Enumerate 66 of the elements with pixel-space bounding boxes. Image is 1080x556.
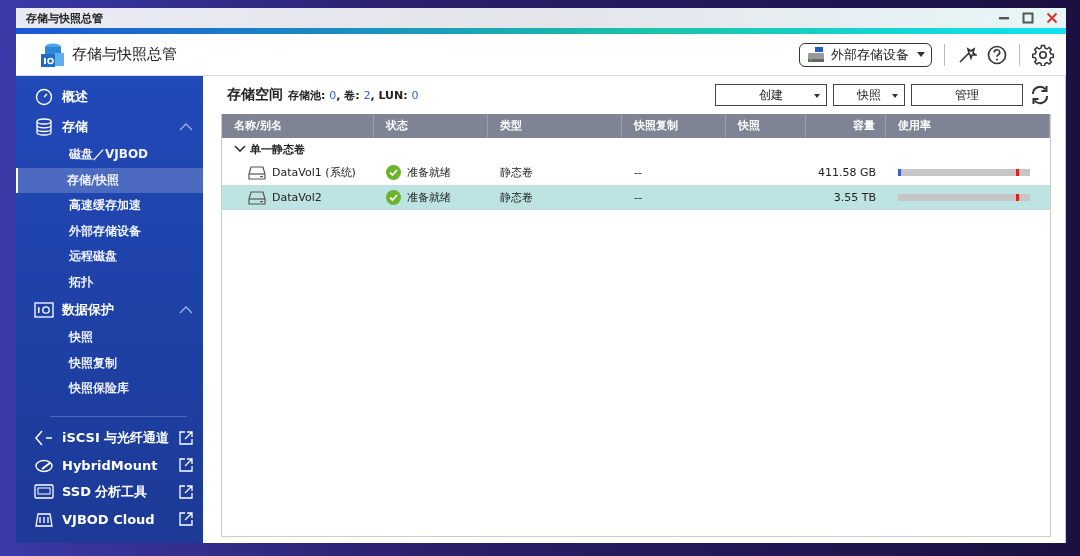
sidebar-item[interactable]: VJBOD Cloud	[16, 505, 203, 533]
app-title: 存储与快照总管	[72, 45, 177, 64]
sidebar-subitem[interactable]: 快照保险库	[16, 376, 203, 402]
replication-text: --	[634, 191, 642, 204]
maximize-icon[interactable]	[1022, 12, 1034, 24]
external-link-icon[interactable]	[179, 485, 193, 499]
sidebar-subitem[interactable]: 高速缓存加速	[16, 193, 203, 219]
refresh-icon[interactable]	[1029, 84, 1051, 106]
help-icon[interactable]	[987, 44, 1007, 65]
settings-icon[interactable]	[1032, 43, 1054, 66]
connector-icon	[34, 429, 54, 447]
toolbar-button[interactable]: 创建	[715, 84, 827, 106]
volume-name: DataVol1 (系统)	[272, 165, 356, 180]
sidebar-item[interactable]: HybridMount	[16, 451, 203, 479]
column-header[interactable]: 容量	[806, 114, 886, 138]
sidebar-subitem[interactable]: 远程磁盘	[16, 244, 203, 270]
external-link-icon[interactable]	[179, 458, 193, 472]
toolbar-button[interactable]: 快照	[833, 84, 905, 106]
column-header[interactable]: 使用率	[886, 114, 1050, 138]
sidebar-item[interactable]: SSD 分析工具	[16, 478, 203, 506]
status-text: 准备就绪	[407, 190, 451, 205]
volume-name: DataVol2	[272, 191, 322, 204]
sidebar-item[interactable]: 存储	[16, 112, 203, 142]
close-icon[interactable]	[1046, 12, 1058, 24]
check-icon	[386, 165, 401, 180]
volume-row[interactable]: DataVol1 (系统) 准备就绪 静态卷 -- 411.58 GB	[222, 160, 1050, 185]
toolbar-button[interactable]: 管理	[911, 84, 1023, 106]
type-text: 静态卷	[500, 190, 533, 205]
drive-icon	[248, 190, 266, 205]
sidebar-subitem[interactable]: 快照复制	[16, 350, 203, 376]
replication-text: --	[634, 166, 642, 179]
column-header[interactable]: 类型	[488, 114, 622, 138]
column-header[interactable]: 快照	[726, 114, 806, 138]
database-icon	[40, 41, 66, 68]
external-link-icon[interactable]	[179, 512, 193, 526]
sidebar-item[interactable]: iSCSI 与光纤通道	[16, 424, 203, 452]
ssd-icon	[34, 483, 54, 501]
capacity-text: 411.58 GB	[817, 166, 876, 179]
enclosure-icon	[34, 510, 54, 528]
drive-icon	[248, 165, 266, 180]
sidebar-subitem[interactable]: 外部存储设备	[16, 218, 203, 244]
group-label: 单一静态卷	[250, 141, 305, 157]
sidebar-item[interactable]: 数据保护	[16, 295, 203, 325]
drive-icon	[806, 44, 826, 65]
window-title: 存储与快照总管	[26, 10, 103, 26]
sidebar-subitem[interactable]: 存储/快照	[16, 167, 203, 193]
chevron-icon[interactable]	[234, 145, 246, 153]
storage-summary: 存储池: 0, 卷: 2, LUN: 0	[288, 87, 419, 103]
column-header[interactable]: 状态	[374, 114, 488, 138]
sidebar-subitem[interactable]: 快照	[16, 325, 203, 351]
check-icon	[386, 190, 401, 205]
external-link-icon[interactable]	[179, 431, 193, 445]
sidebar-subitem[interactable]: 拓扑	[16, 269, 203, 295]
section-title: 存储空间	[227, 86, 283, 104]
gauge-icon	[34, 88, 54, 106]
sidebar-item[interactable]: 概述	[16, 82, 203, 112]
status-text: 准备就绪	[407, 165, 451, 180]
database-icon	[34, 118, 54, 136]
capacity-text: 3.55 TB	[833, 191, 876, 204]
camera-icon	[34, 301, 54, 319]
sidebar-subitem[interactable]: 磁盘／VJBOD	[16, 142, 203, 168]
column-header[interactable]: 名称/别名	[222, 114, 374, 138]
type-text: 静态卷	[500, 165, 533, 180]
volume-row[interactable]: DataVol2 准备就绪 静态卷 -- 3.55 TB	[222, 185, 1050, 210]
column-header[interactable]: 快照复制	[622, 114, 726, 138]
external-device-dropdown[interactable]: 外部存储设备	[799, 42, 932, 67]
